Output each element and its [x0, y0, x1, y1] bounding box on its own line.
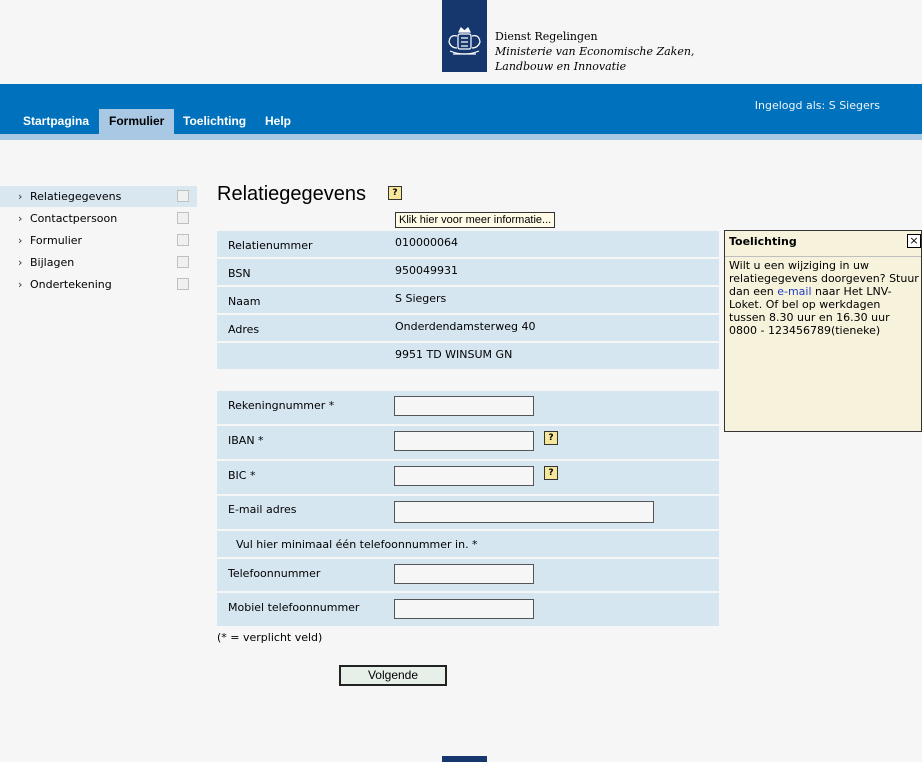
next-button[interactable]: Volgende	[339, 665, 447, 686]
detail-row-relatienummer: Relatienummer 010000064	[217, 231, 719, 257]
field-label: Rekeningnummer *	[228, 399, 335, 412]
chevron-right-icon: ›	[18, 212, 23, 225]
detail-value: 010000064	[395, 236, 458, 249]
info-panel-title: Toelichting	[729, 235, 797, 248]
detail-value: 950049931	[395, 264, 458, 277]
status-checkbox	[177, 278, 189, 290]
required-field-note: (* = verplicht veld)	[217, 631, 323, 644]
chevron-right-icon: ›	[18, 256, 23, 269]
tab-toelichting[interactable]: Toelichting	[173, 109, 256, 134]
field-label: IBAN *	[228, 434, 264, 447]
phone-note: Vul hier minimaal één telefoonnummer in.…	[236, 538, 478, 551]
form-row-bic: BIC * ?	[217, 461, 719, 494]
status-checkbox	[177, 190, 189, 202]
rekeningnummer-input[interactable]	[394, 396, 534, 416]
footer-brand-block	[442, 756, 487, 762]
navigation-strip	[0, 134, 922, 140]
ministry-name-line1: Ministerie van Economische Zaken,	[495, 45, 695, 58]
form-row-rekeningnummer: Rekeningnummer *	[217, 391, 719, 424]
field-label: E-mail adres	[228, 503, 297, 516]
sidebar-item-label: Relatiegegevens	[30, 190, 122, 203]
sidebar-item-ondertekening[interactable]: › Ondertekening	[0, 274, 197, 295]
detail-label: BSN	[228, 267, 251, 280]
help-icon[interactable]: ?	[388, 186, 402, 200]
form-row-mobiel: Mobiel telefoonnummer	[217, 593, 719, 626]
government-logo	[442, 0, 487, 72]
sidebar-item-relatiegegevens[interactable]: › Relatiegegevens	[0, 186, 197, 207]
detail-row-naam: Naam S Siegers	[217, 287, 719, 313]
detail-row-postcode: 9951 TD WINSUM GN	[217, 343, 719, 369]
field-label: BIC *	[228, 469, 256, 482]
coat-of-arms-icon	[448, 27, 481, 55]
detail-value: S Siegers	[395, 292, 447, 305]
email-field[interactable]	[394, 501, 654, 523]
status-checkbox	[177, 234, 189, 246]
tab-formulier[interactable]: Formulier	[99, 109, 175, 134]
detail-row-adres: Adres Onderdendamsterweg 40	[217, 315, 719, 341]
sidebar-item-bijlagen[interactable]: › Bijlagen	[0, 252, 197, 273]
field-label: Mobiel telefoonnummer	[228, 601, 360, 614]
ministry-name-line2: Landbouw en Innovatie	[495, 60, 627, 73]
sidebar-item-contactpersoon[interactable]: › Contactpersoon	[0, 208, 197, 229]
sidebar-item-label: Ondertekening	[30, 278, 112, 291]
info-panel: Toelichting × Wilt u een wijziging in uw…	[724, 230, 922, 432]
email-link[interactable]: e-mail	[777, 285, 811, 298]
tab-help[interactable]: Help	[255, 109, 301, 134]
sidebar-item-label: Contactpersoon	[30, 212, 118, 225]
telefoonnummer-input[interactable]	[394, 564, 534, 584]
status-checkbox	[177, 256, 189, 268]
chevron-right-icon: ›	[18, 190, 23, 203]
detail-label: Adres	[228, 323, 260, 336]
logged-in-user: Ingelogd als: S Siegers	[754, 99, 880, 112]
bic-input[interactable]	[394, 466, 534, 486]
form-row-iban: IBAN * ?	[217, 426, 719, 459]
sidebar-item-formulier[interactable]: › Formulier	[0, 230, 197, 251]
form-row-telefoon: Telefoonnummer	[217, 559, 719, 591]
chevron-right-icon: ›	[18, 234, 23, 247]
form-row-phone-note: Vul hier minimaal één telefoonnummer in.…	[217, 531, 719, 557]
detail-label: Relatienummer	[228, 239, 313, 252]
mobiel-telefoonnummer-input[interactable]	[394, 599, 534, 619]
info-panel-text: Wilt u een wijziging in uw relatiegegeve…	[729, 259, 919, 337]
iban-input[interactable]	[394, 431, 534, 451]
sidebar-item-label: Bijlagen	[30, 256, 75, 269]
org-name: Dienst Regelingen	[495, 30, 598, 43]
sidebar-item-label: Formulier	[30, 234, 83, 247]
field-label: Telefoonnummer	[228, 567, 321, 580]
status-checkbox	[177, 212, 189, 224]
iban-help-icon[interactable]: ?	[544, 431, 558, 445]
page-title: Relatiegegevens	[217, 183, 366, 205]
close-icon[interactable]: ×	[907, 234, 921, 248]
help-tooltip: Klik hier voor meer informatie...	[395, 212, 556, 228]
divider	[725, 256, 921, 257]
bic-help-icon[interactable]: ?	[544, 466, 558, 480]
tab-startpagina[interactable]: Startpagina	[13, 109, 99, 134]
chevron-right-icon: ›	[18, 278, 23, 291]
detail-value: 9951 TD WINSUM GN	[395, 348, 513, 361]
detail-value: Onderdendamsterweg 40	[395, 320, 536, 333]
form-row-email: E-mail adres	[217, 496, 719, 529]
detail-label: Naam	[228, 295, 261, 308]
detail-row-bsn: BSN 950049931	[217, 259, 719, 285]
